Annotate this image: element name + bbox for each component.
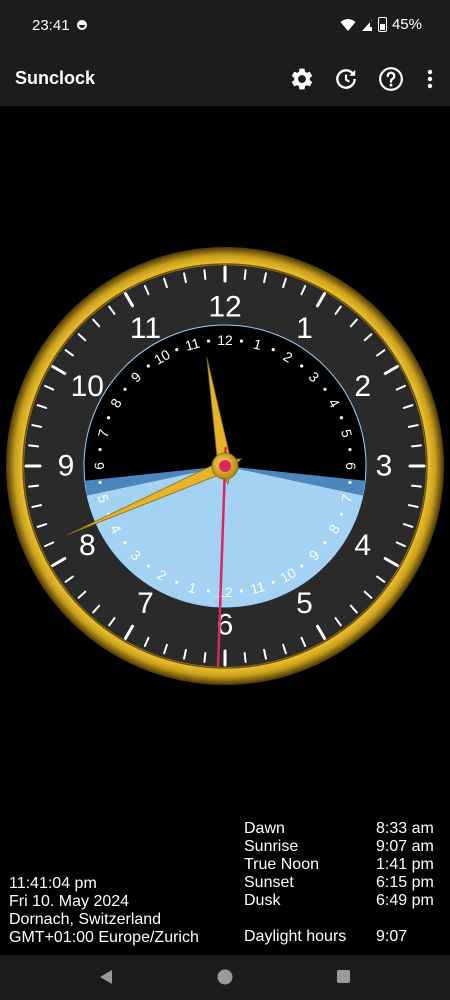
battery-percent: 45% bbox=[391, 16, 422, 33]
minute-tick bbox=[203, 269, 207, 281]
center-pin bbox=[219, 460, 231, 472]
minute-tick bbox=[28, 444, 40, 448]
history-icon[interactable] bbox=[332, 65, 360, 93]
current-time: 11:41:04 pm bbox=[9, 875, 97, 892]
dusk-label: Dusk bbox=[244, 892, 281, 909]
recents-icon[interactable] bbox=[336, 969, 351, 984]
app-bar: Sunclock bbox=[0, 52, 450, 106]
hour-24-dot bbox=[271, 580, 275, 585]
sunset-label: Sunset bbox=[244, 874, 294, 891]
home-icon[interactable] bbox=[217, 969, 233, 985]
status-icons: 45% bbox=[340, 16, 422, 33]
sunset-value: 6:15 pm bbox=[376, 874, 434, 891]
hour-24-dot bbox=[106, 416, 111, 420]
sun-time-row: Dawn 8:33 am bbox=[244, 820, 440, 838]
sunrise-value: 9:07 am bbox=[376, 838, 434, 855]
hour-numeral: 7 bbox=[137, 587, 154, 620]
hour-24-numeral: 6 bbox=[91, 462, 107, 470]
hour-numeral: 5 bbox=[296, 587, 313, 620]
location: Dornach, Switzerland bbox=[9, 911, 162, 928]
back-icon[interactable] bbox=[98, 969, 114, 985]
hour-24-dot bbox=[300, 564, 304, 568]
hour-numeral: 4 bbox=[354, 529, 371, 562]
hour-24-dot bbox=[123, 541, 127, 545]
hour-24-dot bbox=[323, 387, 327, 391]
minute-tick bbox=[203, 651, 207, 663]
hour-24-dot bbox=[98, 447, 102, 452]
hour-numeral: 3 bbox=[376, 450, 393, 483]
sun-time-row: True Noon 1:41 pm bbox=[244, 856, 440, 874]
sun-time-row: Sunset 6:15 pm bbox=[244, 874, 440, 892]
battery-icon bbox=[377, 17, 387, 32]
sun-clock: 121234567891011 1234567891011 12 123456789… bbox=[6, 247, 444, 685]
hour-24-dot bbox=[98, 480, 102, 485]
sun-time-row: Dusk 6:49 pm bbox=[244, 892, 440, 910]
daylight-row: Daylight hours 9:07 bbox=[244, 928, 440, 946]
hour-numeral: 10 bbox=[71, 370, 104, 403]
dawn-label: Dawn bbox=[244, 820, 285, 837]
hour-numeral: 2 bbox=[354, 370, 371, 403]
sun-times: Dawn 8:33 am Sunrise 9:07 am True Noon 1:41… bbox=[244, 820, 440, 946]
hour-24-dot bbox=[175, 580, 179, 585]
signal-icon bbox=[361, 19, 372, 31]
daylight-value: 9:07 bbox=[376, 928, 408, 945]
hour-24-dot bbox=[206, 589, 211, 593]
hour-24-dot bbox=[146, 364, 150, 368]
daylight-label: Daylight hours bbox=[244, 928, 347, 945]
hour-24-dot bbox=[123, 387, 127, 391]
dawn-value: 8:33 am bbox=[376, 820, 434, 837]
minute-tick bbox=[243, 269, 247, 281]
hour-numeral: 12 bbox=[208, 291, 241, 324]
hour-24-numeral: 12 bbox=[217, 332, 233, 348]
settings-icon[interactable] bbox=[288, 65, 316, 93]
wifi-icon bbox=[340, 18, 356, 31]
minute-tick bbox=[243, 651, 247, 663]
true-noon-value: 1:41 pm bbox=[376, 856, 434, 873]
true-noon-label: True Noon bbox=[244, 856, 319, 873]
hour-numeral: 8 bbox=[79, 529, 96, 562]
minute-tick bbox=[28, 484, 40, 488]
hour-24-dot bbox=[239, 339, 244, 343]
hour-24-dot bbox=[300, 364, 304, 368]
hour-24-dot bbox=[348, 480, 352, 485]
hour-24-dot bbox=[339, 416, 344, 420]
hour-numeral: 9 bbox=[58, 450, 75, 483]
hour-24-dot bbox=[348, 447, 352, 452]
current-info: 11:41:04 pm Fri 10. May 2024 Dornach, Sw… bbox=[9, 875, 199, 947]
current-date: Fri 10. May 2024 bbox=[9, 893, 130, 910]
hour-24-dot bbox=[239, 589, 244, 593]
navigation-bar bbox=[0, 955, 450, 1000]
hour-24-numeral: 6 bbox=[343, 462, 359, 470]
sun-time-row: Sunrise 9:07 am bbox=[244, 838, 440, 856]
hour-24-dot bbox=[146, 564, 150, 568]
minute-tick bbox=[410, 484, 422, 488]
hour-24-dot bbox=[271, 347, 275, 352]
hour-numeral: 11 bbox=[130, 312, 161, 345]
minute-tick bbox=[410, 444, 422, 448]
status-bar: 23:41 45% bbox=[0, 0, 450, 52]
help-icon[interactable] bbox=[377, 65, 405, 93]
app-title: Sunclock bbox=[15, 68, 96, 88]
status-time: 23:41 bbox=[32, 17, 70, 34]
hour-24-dot bbox=[175, 347, 179, 352]
timezone: GMT+01:00 Europe/Zurich bbox=[9, 929, 199, 946]
hour-24-dot bbox=[206, 339, 211, 343]
hour-24-dot bbox=[339, 512, 344, 516]
dusk-value: 6:49 pm bbox=[376, 892, 434, 909]
hour-numeral: 1 bbox=[296, 312, 313, 345]
notification-icon bbox=[77, 20, 87, 30]
more-vert-icon[interactable] bbox=[416, 65, 444, 93]
sunrise-label: Sunrise bbox=[244, 838, 299, 855]
hour-24-dot bbox=[323, 541, 327, 545]
